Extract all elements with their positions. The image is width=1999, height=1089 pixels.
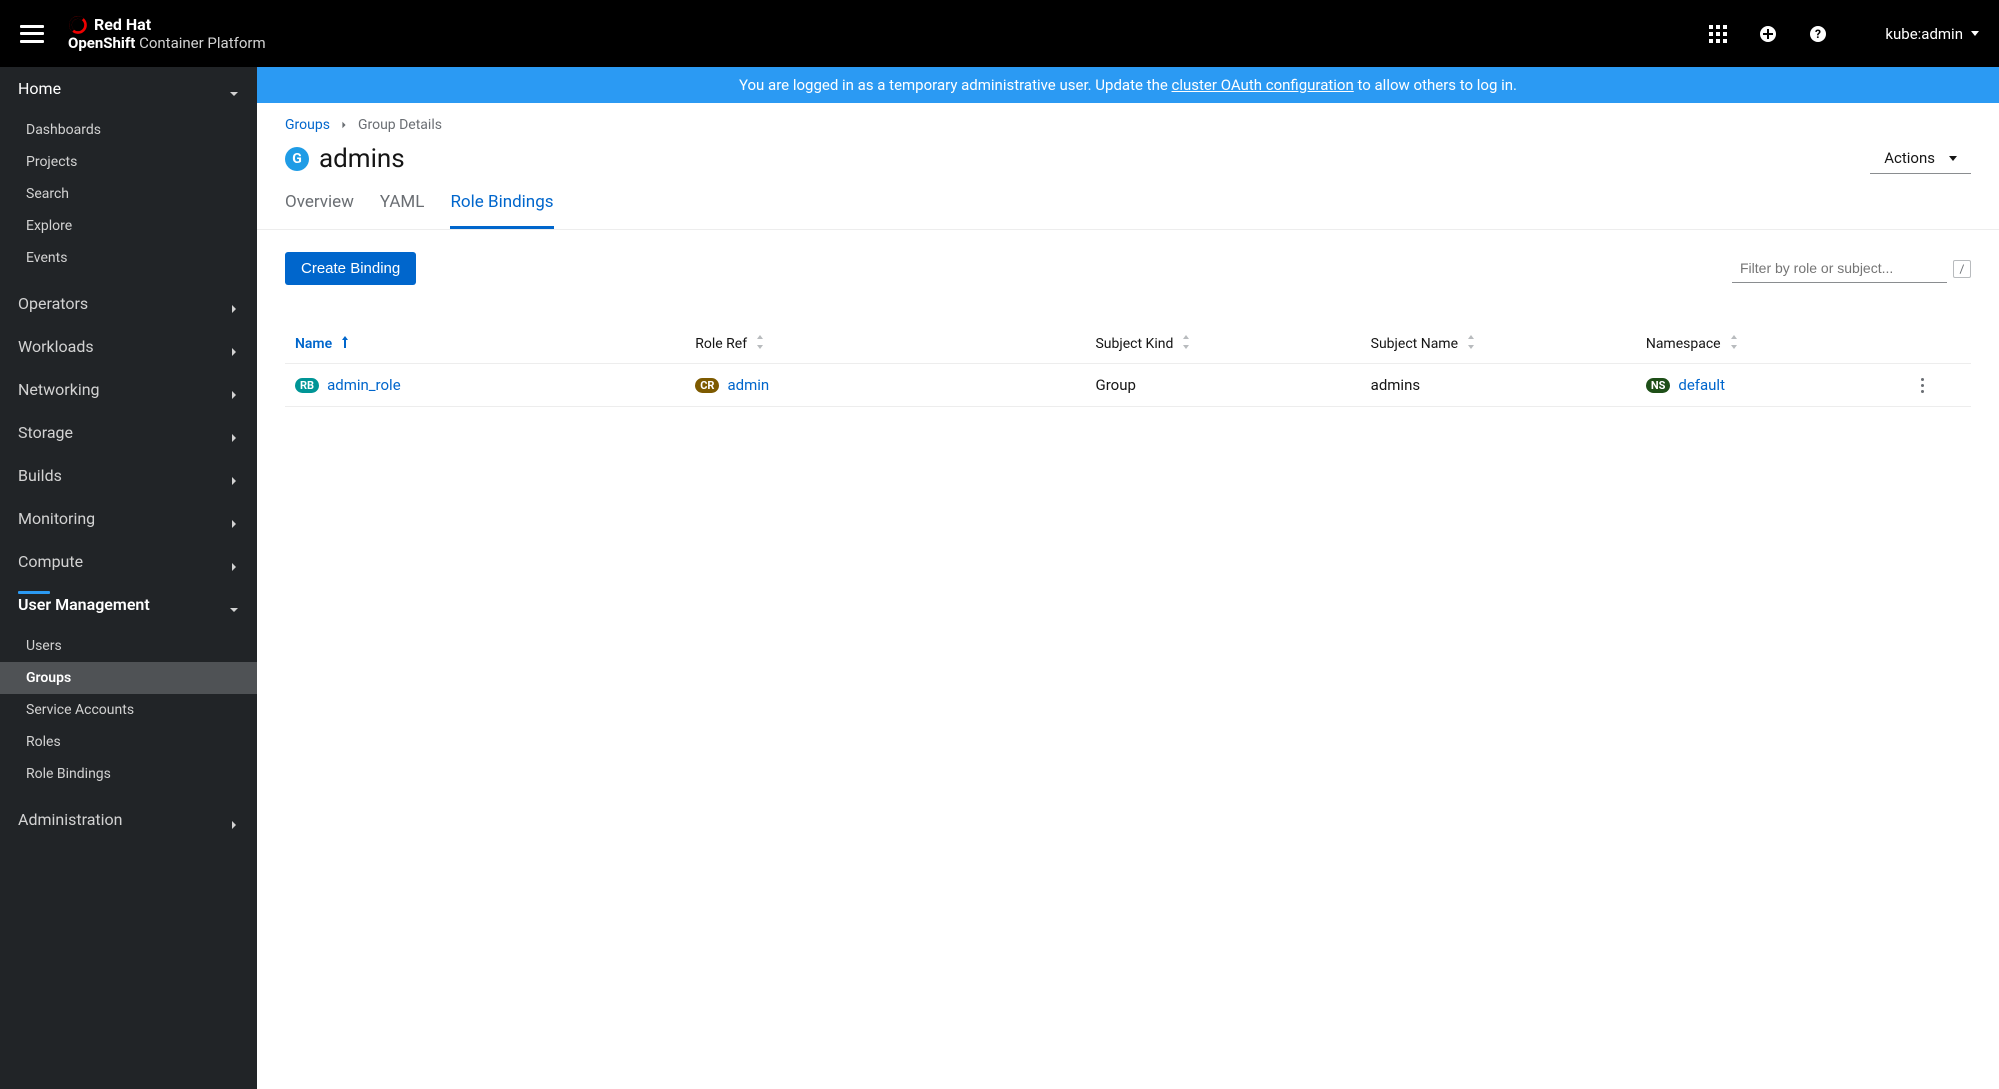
nav-projects[interactable]: Projects (0, 146, 257, 178)
chevron-right-icon (340, 117, 348, 133)
col-roleref[interactable]: Role Ref (695, 335, 1095, 353)
nav-monitoring[interactable]: Monitoring (0, 497, 257, 540)
chevron-right-icon (229, 514, 239, 524)
sort-icon (1466, 335, 1476, 353)
caret-down-icon (1949, 156, 1957, 161)
brand-text-1: Red Hat (94, 16, 151, 34)
nav-networking[interactable]: Networking (0, 368, 257, 411)
tabs: Overview YAML Role Bindings (285, 192, 1971, 229)
tab-yaml[interactable]: YAML (380, 192, 425, 229)
chevron-right-icon (229, 342, 239, 352)
nav-role-bindings[interactable]: Role Bindings (0, 758, 257, 790)
actions-dropdown[interactable]: Actions (1870, 143, 1971, 174)
chevron-right-icon (229, 557, 239, 567)
svg-text:?: ? (1815, 27, 1821, 41)
breadcrumb-current: Group Details (358, 117, 442, 133)
nav-events[interactable]: Events (0, 242, 257, 274)
col-subject-name[interactable]: Subject Name (1371, 335, 1646, 353)
user-menu[interactable]: kube:admin (1885, 25, 1979, 43)
nav-service-accounts[interactable]: Service Accounts (0, 694, 257, 726)
nav-workloads[interactable]: Workloads (0, 325, 257, 368)
nav-compute[interactable]: Compute (0, 540, 257, 583)
hamburger-menu[interactable] (20, 25, 44, 43)
binding-name-link[interactable]: admin_role (327, 376, 401, 394)
table-header: Name Role Ref Subject Kind Subject Name (285, 325, 1971, 364)
chevron-right-icon (229, 471, 239, 481)
chevron-right-icon (229, 428, 239, 438)
nav-explore[interactable]: Explore (0, 210, 257, 242)
redhat-icon (68, 15, 88, 35)
nav-dashboards[interactable]: Dashboards (0, 114, 257, 146)
rb-badge: RB (295, 378, 319, 393)
sidebar: Home Dashboards Projects Search Explore … (0, 67, 257, 1089)
sort-asc-icon (340, 336, 350, 352)
nav-groups[interactable]: Groups (0, 662, 257, 694)
subject-name: admins (1371, 376, 1646, 394)
col-name[interactable]: Name (295, 335, 695, 353)
create-binding-button[interactable]: Create Binding (285, 252, 416, 285)
chevron-down-icon (229, 84, 239, 94)
brand-text-bold: OpenShift (68, 34, 135, 52)
caret-down-icon (1971, 31, 1979, 36)
plus-icon[interactable] (1759, 25, 1777, 43)
nav-storage[interactable]: Storage (0, 411, 257, 454)
slash-shortcut-hint: / (1953, 260, 1971, 278)
nav-administration[interactable]: Administration (0, 798, 257, 841)
sort-icon (1729, 335, 1739, 353)
col-namespace[interactable]: Namespace (1646, 335, 1921, 353)
breadcrumb-groups[interactable]: Groups (285, 117, 330, 133)
brand-logo: Red Hat OpenShift Container Platform (68, 15, 266, 52)
ns-badge: NS (1646, 378, 1671, 393)
info-banner: You are logged in as a temporary adminis… (257, 67, 1999, 103)
page-title: admins (319, 144, 405, 174)
filter-input[interactable] (1732, 254, 1947, 283)
nav-search[interactable]: Search (0, 178, 257, 210)
tab-overview[interactable]: Overview (285, 192, 354, 229)
sort-icon (755, 335, 765, 353)
subject-kind: Group (1095, 376, 1370, 394)
chevron-right-icon (229, 815, 239, 825)
help-icon[interactable]: ? (1809, 25, 1827, 43)
table-row: RB admin_role CR admin Group admins NS d… (285, 364, 1971, 407)
nav-users[interactable]: Users (0, 630, 257, 662)
roleref-link[interactable]: admin (727, 376, 769, 394)
breadcrumb: Groups Group Details (285, 117, 1971, 133)
brand-text-rest: Container Platform (135, 34, 265, 52)
nav-home[interactable]: Home (0, 67, 257, 110)
sort-icon (1181, 335, 1191, 353)
cr-badge: CR (695, 378, 719, 393)
oauth-config-link[interactable]: cluster OAuth configuration (1172, 76, 1354, 94)
apps-icon[interactable] (1709, 25, 1727, 43)
nav-builds[interactable]: Builds (0, 454, 257, 497)
namespace-link[interactable]: default (1678, 376, 1725, 394)
user-name: kube:admin (1885, 25, 1963, 43)
chevron-right-icon (229, 385, 239, 395)
col-subject-kind[interactable]: Subject Kind (1095, 335, 1370, 353)
resource-badge: G (285, 147, 309, 171)
nav-user-management[interactable]: User Management (0, 583, 257, 626)
nav-operators[interactable]: Operators (0, 282, 257, 325)
tab-role-bindings[interactable]: Role Bindings (450, 192, 553, 229)
chevron-right-icon (229, 299, 239, 309)
chevron-down-icon (229, 600, 239, 610)
kebab-menu[interactable] (1921, 378, 1924, 393)
nav-roles[interactable]: Roles (0, 726, 257, 758)
